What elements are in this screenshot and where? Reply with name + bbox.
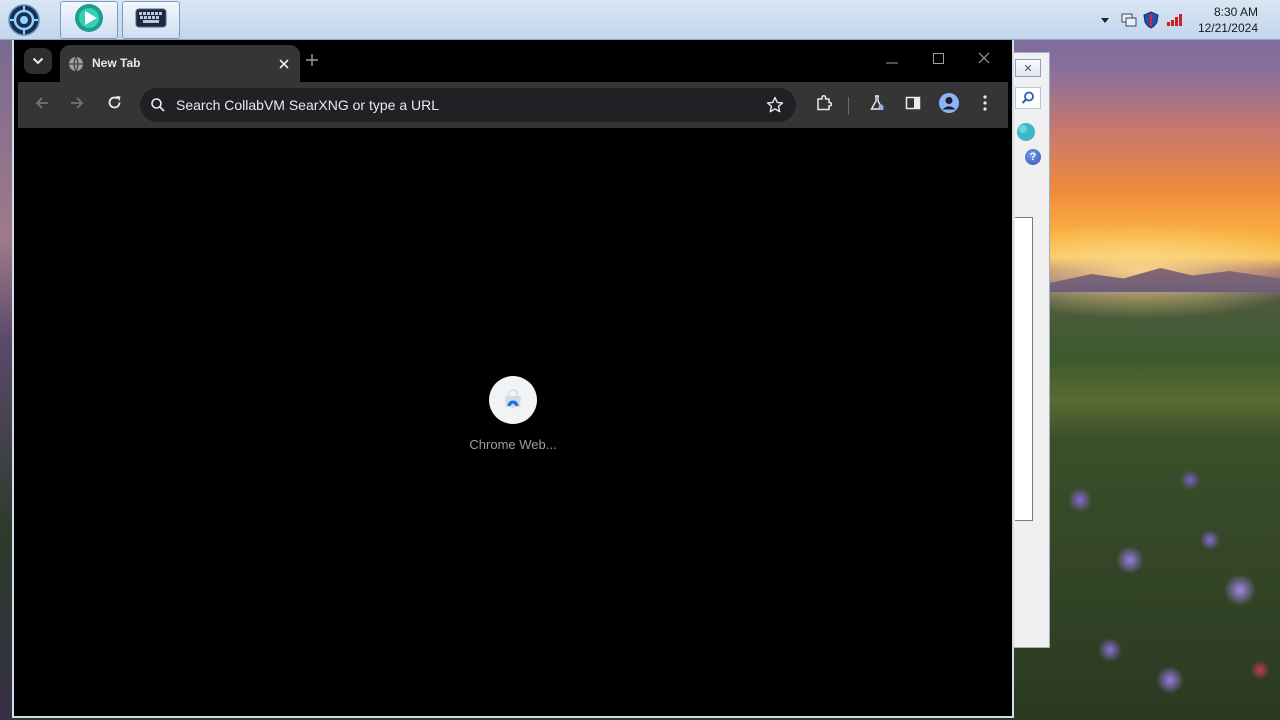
background-window[interactable]: ✕ ? (1012, 52, 1050, 648)
omnibox-input[interactable] (176, 94, 756, 116)
reload-icon (107, 95, 122, 115)
system-clock[interactable]: 8:30 AM 12/21/2024 (1198, 4, 1258, 36)
show-hidden-icons-chevron[interactable] (1096, 11, 1114, 29)
minimize-icon (886, 51, 898, 69)
close-icon (978, 51, 990, 69)
side-panel-icon (905, 95, 921, 116)
tab-search-button[interactable] (24, 48, 52, 74)
wallpaper-flowers (1050, 420, 1280, 720)
title-bar[interactable]: New Tab (14, 40, 1012, 83)
clock-date: 12/21/2024 (1197, 21, 1258, 35)
avatar-icon (938, 92, 960, 119)
search-icon (150, 97, 166, 113)
tab-close-button[interactable] (274, 54, 294, 74)
chevron-down-icon (32, 52, 44, 70)
taskbar-media-player-button[interactable] (60, 1, 118, 39)
extensions-button[interactable] (810, 91, 838, 119)
media-player-icon (73, 2, 105, 39)
maximize-button[interactable] (918, 46, 958, 74)
arrow-right-icon (70, 96, 84, 115)
back-button[interactable] (28, 91, 56, 119)
taskbar: 8:30 AM 12/21/2024 (0, 0, 1280, 40)
taskbar-keyboard-button[interactable] (122, 1, 180, 39)
close-icon[interactable]: ✕ (1015, 59, 1041, 77)
background-window-panel (1015, 217, 1033, 521)
close-window-button[interactable] (964, 46, 1004, 74)
puzzle-piece-icon (815, 94, 833, 117)
menu-button[interactable] (971, 91, 999, 119)
arrow-left-icon (35, 96, 49, 115)
tab-title: New Tab (92, 56, 141, 70)
keyboard-icon (135, 6, 167, 35)
chrome-window: New Tab Search CollabVM SearXNG or type … (12, 40, 1014, 718)
reload-button[interactable] (100, 91, 128, 119)
tab-new-tab[interactable]: New Tab (60, 45, 300, 83)
side-panel-button[interactable] (899, 91, 927, 119)
toolbar-separator (848, 97, 849, 115)
new-tab-button[interactable] (300, 50, 324, 74)
plus-icon (306, 53, 318, 71)
globe-icon[interactable] (1015, 121, 1037, 143)
profile-button[interactable] (935, 91, 963, 119)
address-bar[interactable] (140, 88, 796, 122)
start-orb-icon[interactable] (6, 3, 42, 37)
security-shield-icon[interactable] (1142, 11, 1160, 29)
chrome-web-store-icon (489, 376, 537, 424)
maximize-icon (932, 51, 944, 69)
kebab-menu-icon (983, 94, 987, 116)
flask-icon (869, 94, 885, 116)
forward-button[interactable] (63, 91, 91, 119)
globe-icon (68, 56, 84, 72)
wallpaper-mountains (1050, 268, 1280, 292)
minimize-button[interactable] (872, 46, 912, 74)
help-icon[interactable]: ? (1025, 149, 1041, 165)
network-icon[interactable] (1120, 11, 1138, 29)
clock-time: 8:30 AM (1213, 5, 1258, 19)
browser-toolbar (18, 82, 1008, 128)
search-icon[interactable] (1015, 87, 1041, 109)
labs-button[interactable] (863, 91, 891, 119)
shortcut-tile[interactable]: Chrome Web... (458, 374, 568, 464)
bookmark-star-icon[interactable] (766, 96, 784, 114)
shortcut-label: Chrome Web... (469, 437, 557, 452)
system-tray: 8:30 AM 12/21/2024 (1090, 0, 1280, 40)
signal-bars-icon[interactable] (1166, 11, 1184, 29)
new-tab-page: Chrome Web... (18, 128, 1008, 712)
